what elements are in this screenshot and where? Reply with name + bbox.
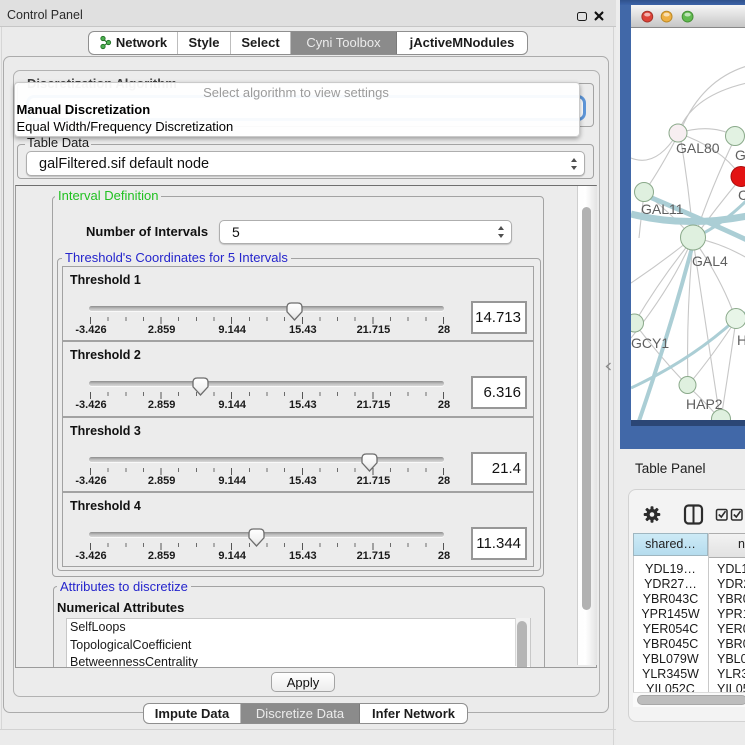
svg-text:GAL4: GAL4 — [692, 253, 728, 269]
svg-text:HAP2: HAP2 — [686, 396, 723, 412]
svg-text:GAL11: GAL11 — [641, 201, 684, 217]
svg-text:GA: GA — [735, 147, 745, 163]
svg-text:GCY1: GCY1 — [631, 335, 669, 351]
svg-text:C: C — [738, 187, 745, 203]
svg-text:GAL80: GAL80 — [676, 140, 720, 156]
svg-text:H: H — [737, 332, 745, 348]
